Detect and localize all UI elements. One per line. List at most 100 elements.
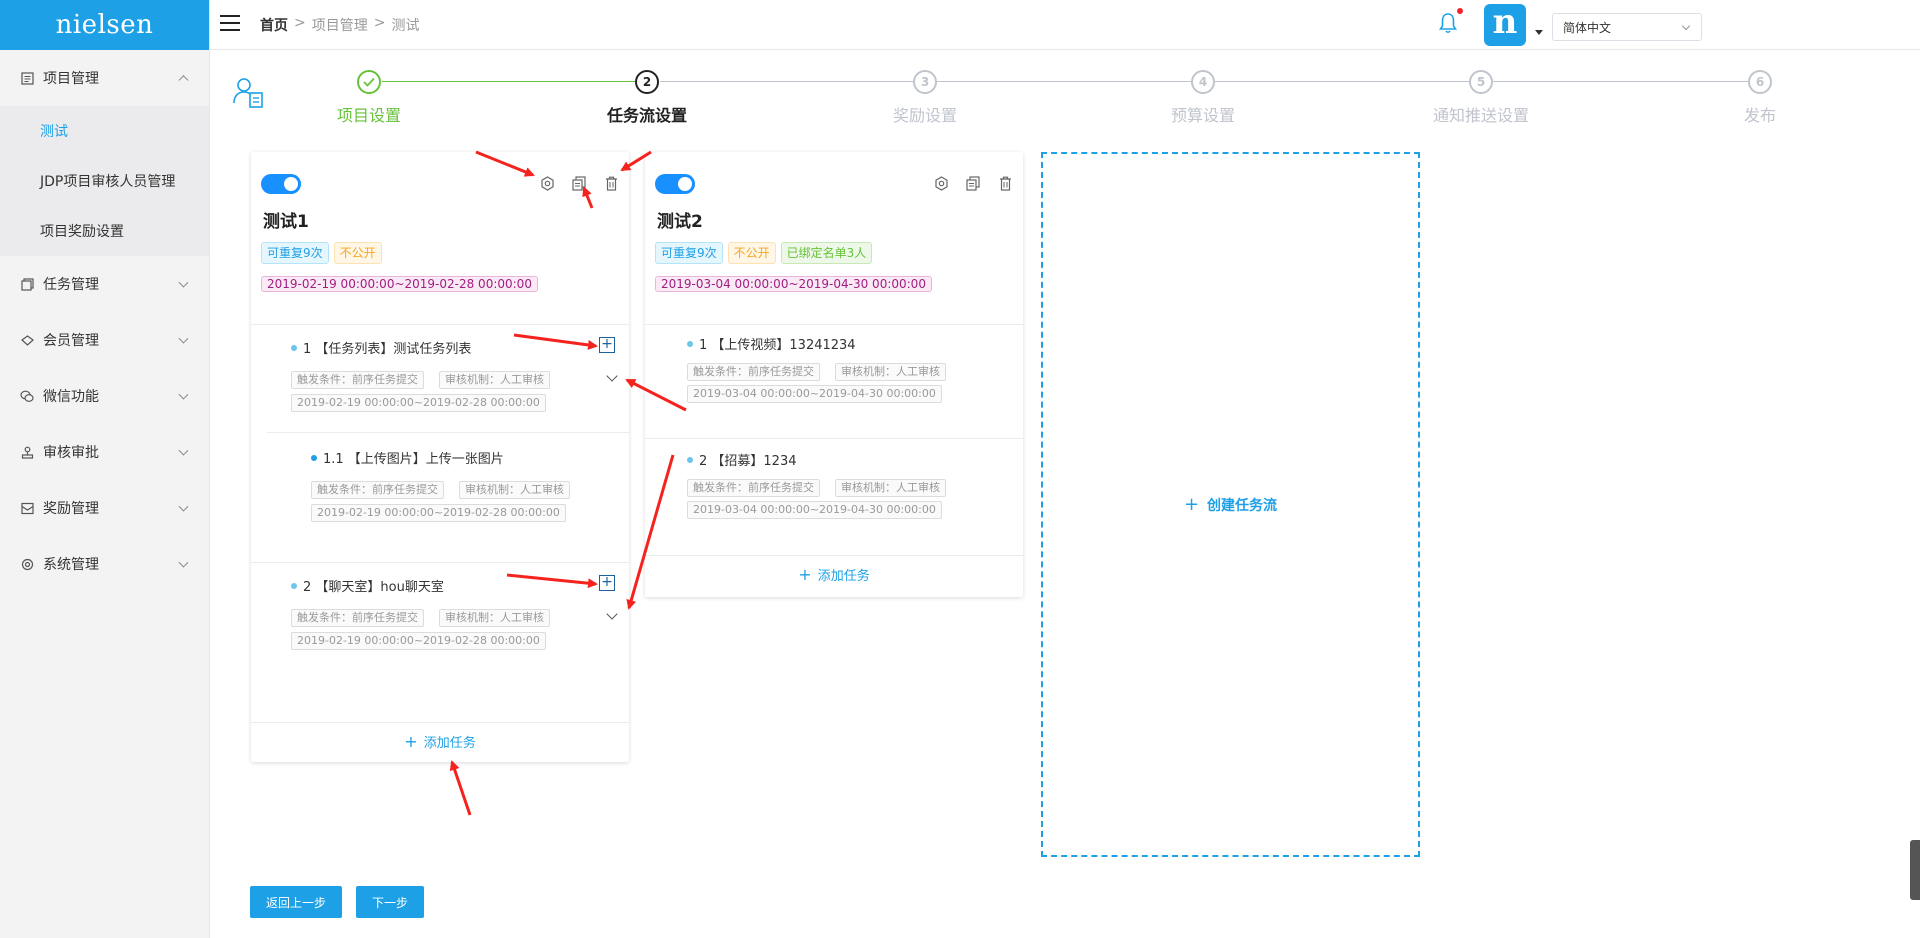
step-taskflow-settings[interactable]: 2 任务流设置 [587, 70, 707, 126]
divider [251, 324, 629, 325]
reward-icon [20, 501, 34, 515]
menu-label: 会员管理 [43, 333, 99, 349]
flow-tags: 可重复9次 不公开 已绑定名单3人 [655, 242, 873, 264]
back-button[interactable]: 返回上一步 [250, 886, 342, 918]
task-title: 1.1 【上传图片】上传一张图片 [323, 452, 504, 467]
divider [645, 324, 1023, 325]
project-icon [20, 71, 34, 85]
flow-enable-toggle[interactable] [261, 174, 301, 194]
sidebar-item-project-rewards[interactable]: 项目奖励设置 [0, 206, 209, 256]
task-date-tag: 2019-02-19 00:00:00~2019-02-28 00:00:00 [291, 632, 546, 650]
step-reward-settings[interactable]: 3 奖励设置 [865, 70, 985, 126]
language-select[interactable]: 简体中文 [1552, 13, 1702, 41]
flow-name: 测试1 [263, 212, 309, 232]
step-budget-settings[interactable]: 4 预算设置 [1143, 70, 1263, 126]
bell-icon[interactable] [1438, 12, 1458, 34]
visibility-tag: 不公开 [333, 242, 382, 264]
menu-label: 任务管理 [43, 277, 99, 293]
sidebar-item-test[interactable]: 测试 [0, 106, 209, 156]
step-label: 预算设置 [1170, 106, 1235, 125]
trigger-tag: 触发条件：前序任务提交 [291, 609, 424, 627]
step-label: 任务流设置 [606, 106, 687, 125]
menu-item-task-management[interactable]: 任务管理 [0, 256, 209, 312]
flow-date-range: 2019-03-04 00:00:00~2019-04-30 00:00:00 [655, 276, 932, 292]
notification-dot [1457, 8, 1463, 14]
subtask-item[interactable]: 1.1 【上传图片】上传一张图片 触发条件：前序任务提交 审核机制：人工审核 2… [311, 448, 629, 528]
gear-icon[interactable] [538, 174, 556, 192]
breadcrumb-home[interactable]: 首页 [260, 15, 288, 35]
next-button[interactable]: 下一步 [356, 886, 424, 918]
step-label: 通知推送设置 [1432, 106, 1529, 125]
menu-item-system-management[interactable]: 系统管理 [0, 536, 209, 592]
task-item[interactable]: 2 【招募】1234 触发条件：前序任务提交 审核机制：人工审核 2019-03… [687, 450, 1023, 540]
trash-icon[interactable] [602, 174, 620, 192]
gear-icon[interactable] [932, 174, 950, 192]
sidebar-item-jdp-reviewers[interactable]: JDP项目审核人员管理 [0, 156, 209, 206]
menu-item-project-management[interactable]: 项目管理 [0, 50, 209, 106]
step-notification-settings[interactable]: 5 通知推送设置 [1421, 70, 1541, 126]
flow-enable-toggle[interactable] [655, 174, 695, 194]
task-icon [20, 277, 34, 291]
menu-item-reward-management[interactable]: 奖励管理 [0, 480, 209, 536]
trigger-tag: 触发条件：前序任务提交 [291, 371, 424, 389]
repeat-tag: 可重复9次 [261, 242, 329, 264]
breadcrumb-separator: > [373, 15, 386, 31]
chevron-down-icon [1681, 21, 1691, 31]
plus-icon: + [1183, 494, 1200, 515]
approval-icon [20, 445, 34, 459]
step-publish[interactable]: 6 发布 [1700, 70, 1820, 126]
chevron-down-icon [178, 277, 189, 288]
menu-item-member-management[interactable]: 会员管理 [0, 312, 209, 368]
bullet-dot [687, 340, 693, 347]
task-date-tag: 2019-02-19 00:00:00~2019-02-28 00:00:00 [311, 504, 566, 522]
flow-date-range: 2019-02-19 00:00:00~2019-02-28 00:00:00 [261, 276, 538, 292]
annotation-arrow [449, 760, 472, 816]
bullet-dot [687, 456, 693, 463]
member-icon [20, 333, 34, 347]
task-date-tag: 2019-03-04 00:00:00~2019-04-30 00:00:00 [687, 501, 942, 519]
add-task-label: 添加任务 [817, 569, 870, 584]
bound-list-tag: 已绑定名单3人 [780, 242, 873, 264]
task-item[interactable]: 1 【上传视频】13241234 触发条件：前序任务提交 审核机制：人工审核 2… [687, 334, 1023, 424]
menu-label: 奖励管理 [43, 501, 99, 517]
plus-icon: + [798, 565, 812, 584]
task-item[interactable]: 2 【聊天室】hou聊天室 触发条件：前序任务提交 审核机制：人工审核 2019… [291, 576, 629, 676]
review-tag: 审核机制：人工审核 [835, 363, 946, 381]
trigger-tag: 触发条件：前序任务提交 [687, 479, 820, 497]
divider [267, 432, 629, 433]
step-number: 6 [1748, 70, 1772, 94]
nielsen-logo[interactable]: nielsen [0, 0, 209, 50]
breadcrumb-current: 测试 [391, 18, 420, 34]
avatar[interactable]: n [1484, 4, 1526, 46]
step-project-settings[interactable]: 项目设置 [309, 70, 429, 126]
menu-label: 系统管理 [43, 557, 99, 573]
settings-icon [20, 557, 34, 571]
add-task-button[interactable]: + 添加任务 [645, 565, 1023, 584]
plus-icon: + [404, 732, 418, 751]
side-scroll-handle[interactable] [1910, 840, 1920, 900]
step-label: 项目设置 [336, 106, 401, 125]
bullet-dot [311, 454, 317, 461]
copy-icon[interactable] [964, 174, 982, 192]
menu-item-approval[interactable]: 审核审批 [0, 424, 209, 480]
add-task-button[interactable]: + 添加任务 [251, 732, 629, 751]
wechat-icon [20, 389, 34, 403]
menu-item-wechat[interactable]: 微信功能 [0, 368, 209, 424]
trash-icon[interactable] [996, 174, 1014, 192]
review-tag: 审核机制：人工审核 [459, 481, 570, 499]
chevron-down-icon [178, 557, 189, 568]
menu-label: 微信功能 [43, 389, 99, 405]
chevron-down-icon [178, 445, 189, 456]
add-subtask-button[interactable]: + [599, 337, 615, 353]
hamburger-menu-icon[interactable] [220, 15, 240, 31]
breadcrumb-project-management[interactable]: 项目管理 [312, 15, 368, 35]
add-subtask-button[interactable]: + [599, 575, 615, 591]
menu-label: 审核审批 [43, 445, 99, 461]
bullet-dot [291, 582, 297, 589]
review-tag: 审核机制：人工审核 [439, 609, 550, 627]
task-item[interactable]: 1 【任务列表】测试任务列表 触发条件：前序任务提交 审核机制：人工审核 201… [291, 338, 629, 438]
caret-down-icon[interactable] [1535, 30, 1543, 35]
create-taskflow-button[interactable]: + 创建任务流 [1041, 152, 1420, 857]
copy-icon[interactable] [570, 174, 588, 192]
visibility-tag: 不公开 [727, 242, 776, 264]
